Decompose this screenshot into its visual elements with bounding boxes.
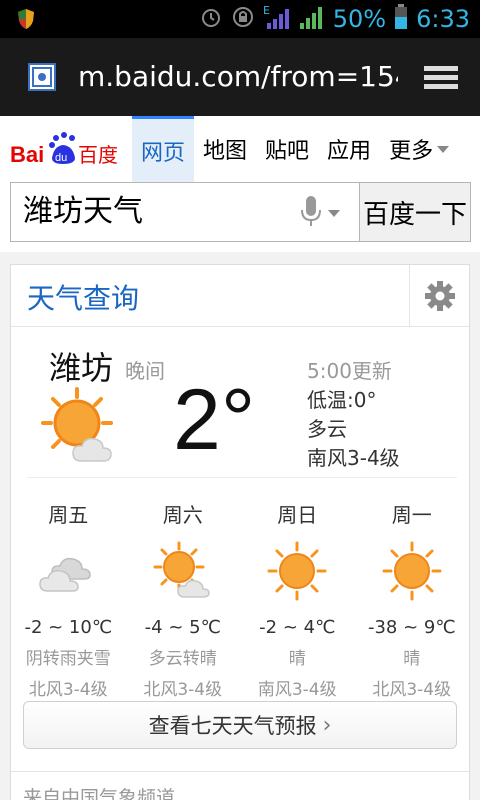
current-condition: 多云 [307, 417, 347, 441]
browser-url-bar: m.baidu.com/from=1543 [0, 38, 480, 116]
forecast-temp-range: -2 ~ 10℃ [24, 617, 113, 638]
forecast-day: 周一 -38 ~ 9℃ 晴 北风3-4级 [355, 499, 470, 700]
signal-icon [299, 4, 325, 34]
gear-icon[interactable] [409, 265, 469, 327]
forecast-day: 周五 -2 ~ 10℃ 阴转雨夹雪 北风3-4级 [11, 499, 126, 700]
url-field[interactable]: m.baidu.com/from=1543 [78, 60, 398, 93]
weather-details: 5:00更新 低温:0° 多云 南风3-4级 [307, 357, 400, 473]
tab-web[interactable]: 网页 [132, 116, 195, 182]
forecast-day: 周日 -2 ~ 4℃ 晴 南风3-4级 [240, 499, 355, 700]
weather-card: 天气查询 潍坊 晚间 2° 5:00更新 低温:0° 多云 南风3-4级 周五 … [10, 264, 470, 800]
forecast-day-name: 周五 [48, 503, 89, 527]
forecast-condition: 阴转雨夹雪 [25, 649, 111, 669]
time-of-day: 晚间 [125, 359, 165, 383]
voice-dropdown-icon[interactable] [328, 210, 340, 217]
forecast-wind: 南风3-4级 [257, 680, 337, 700]
chevron-down-icon [437, 145, 450, 153]
sunny-icon [382, 541, 442, 601]
forecast-day-name: 周一 [391, 503, 432, 527]
weather-card-header: 天气查询 [11, 265, 469, 327]
forecast-list: 周五 -2 ~ 10℃ 阴转雨夹雪 北风3-4级 周六 -4 ~ 5℃ 多云转晴… [11, 499, 469, 700]
status-bar: E 50% 6:33 [0, 0, 480, 38]
tab-more[interactable]: 更多 [380, 116, 458, 182]
forecast-wind: 北风3-4级 [28, 680, 108, 700]
svg-text:Bai: Bai [10, 142, 44, 167]
clock: 6:33 [416, 5, 470, 33]
baidu-header: Bai du 百度 网页 地图 贴吧 应用 更多 [0, 116, 480, 182]
cloudy-icon [39, 557, 92, 592]
microphone-icon[interactable] [300, 196, 322, 228]
partly-cloudy-icon [41, 387, 121, 467]
weather-card-title[interactable]: 天气查询 [27, 277, 139, 317]
baidu-tabs: 网页 地图 贴吧 应用 更多 [132, 116, 458, 182]
current-temperature: 2° [173, 372, 256, 468]
forecast-wind: 北风3-4级 [143, 680, 223, 700]
seven-day-forecast-button[interactable]: 查看七天天气预报 › [23, 701, 457, 749]
forecast-day-name: 周六 [162, 503, 203, 527]
svg-text:百度: 百度 [78, 143, 118, 167]
tab-more-label: 更多 [389, 139, 434, 164]
battery-icon [394, 4, 408, 34]
forecast-temp-range: -4 ~ 5℃ [144, 617, 221, 638]
sync-icon [231, 5, 255, 33]
chevron-right-icon: › [322, 712, 332, 738]
page-favicon-icon [28, 63, 56, 91]
forecast-condition: 晴 [288, 649, 306, 669]
divider [11, 771, 469, 772]
forecast-wind: 北风3-4级 [372, 680, 452, 700]
data-source[interactable]: 来自中国气象频道 [23, 783, 175, 800]
network-type-label: E [263, 4, 270, 17]
divider [27, 477, 457, 478]
svg-text:du: du [55, 152, 67, 164]
browser-menu-icon[interactable] [424, 64, 460, 92]
partly-cloudy-icon [153, 541, 210, 598]
tab-map[interactable]: 地图 [194, 116, 256, 182]
tab-tieba[interactable]: 贴吧 [256, 116, 318, 182]
forecast-temp-range: -38 ~ 9℃ [367, 617, 456, 638]
forecast-condition: 多云转晴 [148, 649, 217, 669]
search-area: 潍坊天气 百度一下 [0, 182, 480, 252]
current-wind: 南风3-4级 [307, 446, 400, 470]
baidu-logo[interactable]: Bai du 百度 [10, 128, 120, 172]
search-button[interactable]: 百度一下 [359, 182, 471, 242]
battery-percent: 50% [332, 5, 387, 33]
sunny-icon [267, 541, 327, 601]
forecast-temp-range: -2 ~ 4℃ [259, 617, 336, 638]
shield-icon [16, 8, 36, 34]
network-type-icon: E [263, 3, 291, 35]
forecast-day-name: 周日 [277, 503, 318, 527]
update-time: 5:00更新 [307, 359, 392, 383]
tab-apps[interactable]: 应用 [318, 116, 380, 182]
forecast-day: 周六 -4 ~ 5℃ 多云转晴 北风3-4级 [126, 499, 241, 700]
city-name: 潍坊 [49, 349, 114, 387]
alarm-icon [199, 5, 223, 33]
forecast-condition: 晴 [403, 649, 421, 669]
low-temperature: 低温:0° [307, 388, 377, 412]
seven-day-forecast-label: 查看七天天气预报 [148, 714, 317, 738]
